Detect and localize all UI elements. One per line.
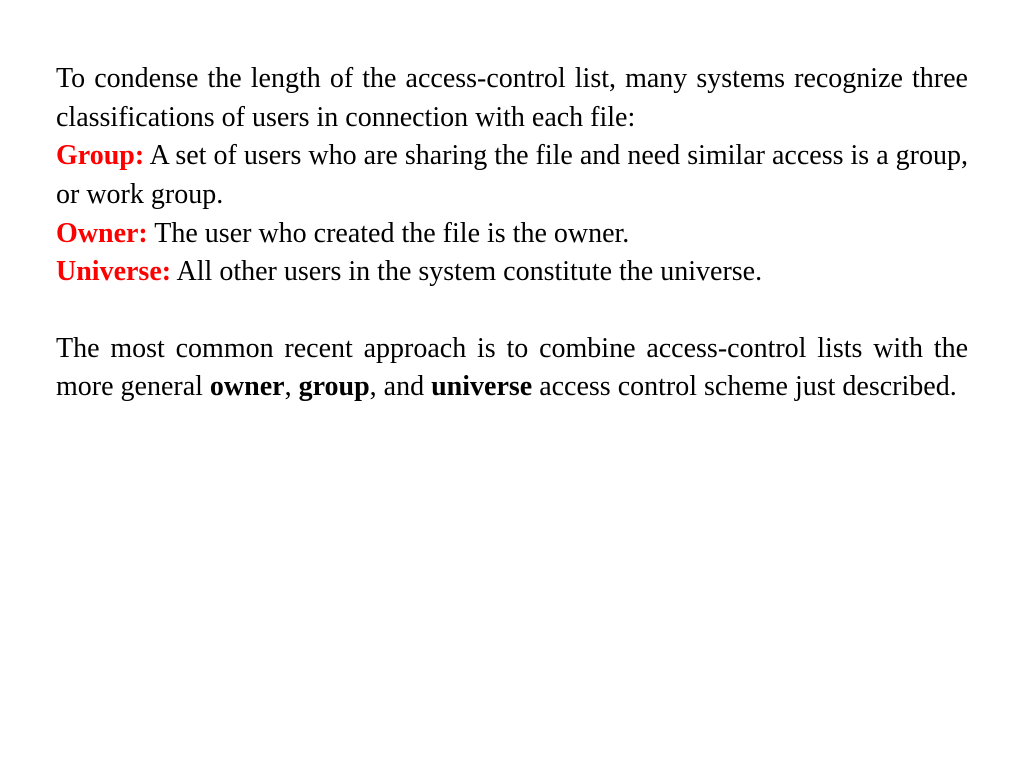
text-group: A set of users who are sharing the file … [56,140,968,210]
paragraph-gap [56,292,968,330]
label-universe: Universe: [56,256,171,287]
definition-group: Group: A set of users who are sharing th… [56,137,968,214]
p2-bold-group: group [299,371,370,402]
p2-part-g: access control scheme just described. [532,371,957,402]
intro-paragraph: To condense the length of the access-con… [56,60,968,137]
closing-paragraph: The most common recent approach is to co… [56,330,968,407]
definition-owner: Owner: The user who created the file is … [56,215,968,254]
label-group: Group: [56,140,144,171]
text-owner: The user who created the file is the own… [148,218,630,249]
p2-bold-universe: universe [431,371,532,402]
slide-content: To condense the length of the access-con… [56,60,968,407]
p2-bold-owner: owner [210,371,285,402]
definition-universe: Universe: All other users in the system … [56,253,968,292]
label-owner: Owner: [56,218,148,249]
text-universe: All other users in the system constitute… [171,256,762,287]
p2-part-c: , [285,371,299,402]
p2-part-e: , and [370,371,431,402]
